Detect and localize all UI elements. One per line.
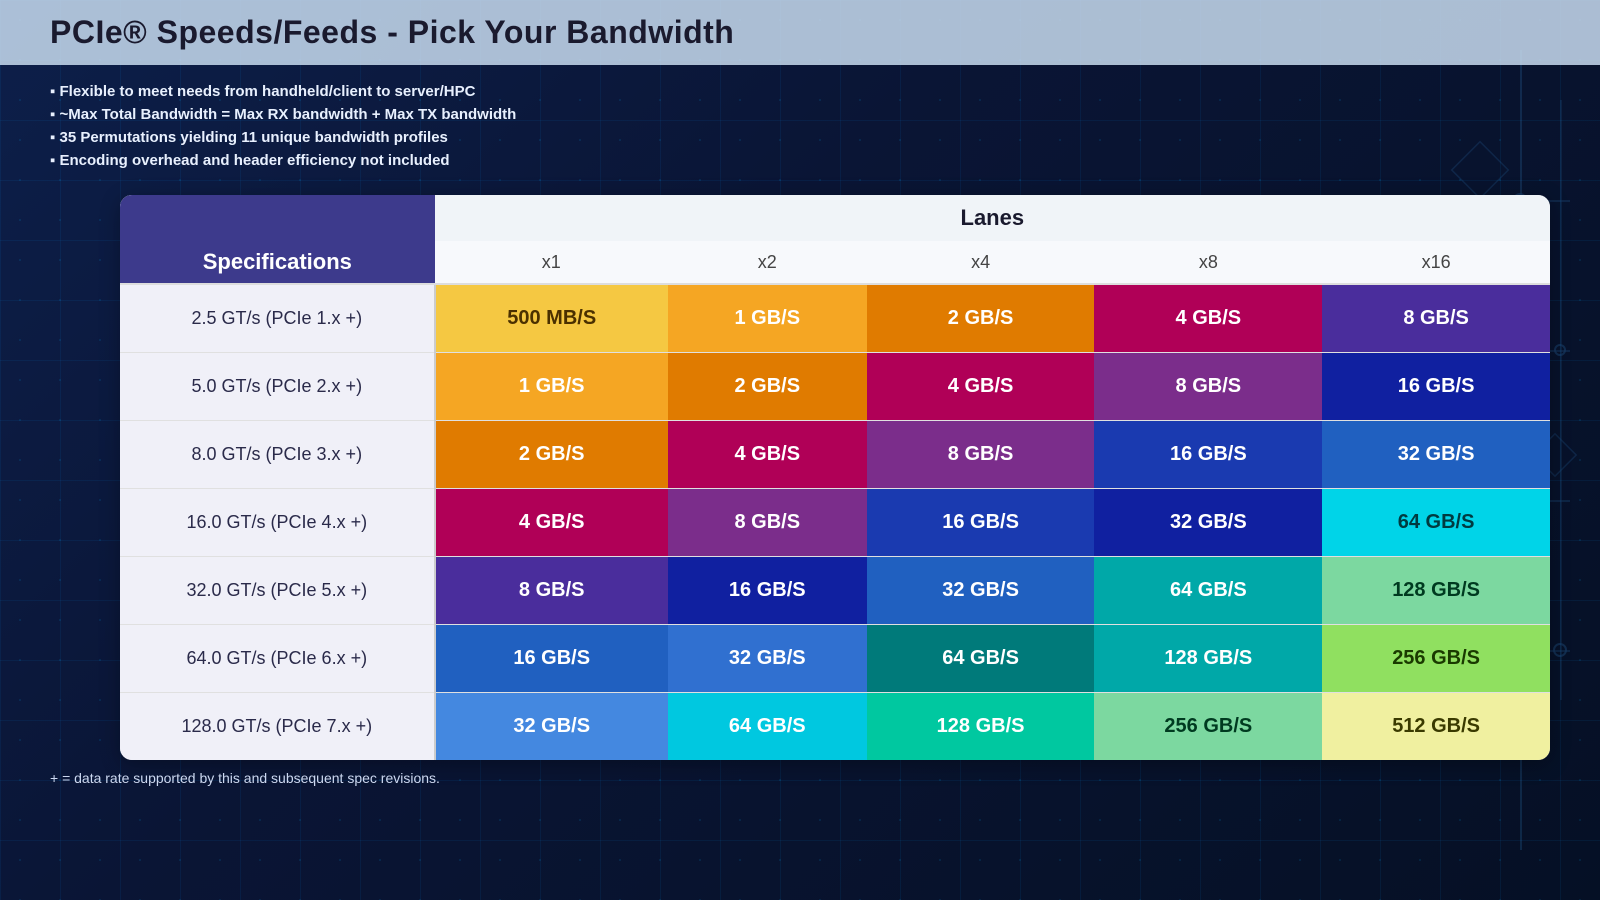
lane-column-header: x4 — [867, 241, 1095, 284]
bandwidth-cell: 512 GB/S — [1322, 692, 1550, 760]
bandwidth-cell: 32 GB/S — [668, 624, 867, 692]
bandwidth-cell: 16 GB/S — [1094, 420, 1322, 488]
table-row: 5.0 GT/s (PCIe 2.x +)1 GB/S2 GB/S4 GB/S8… — [120, 352, 1550, 420]
bandwidth-cell: 4 GB/S — [1094, 284, 1322, 352]
bandwidth-cell: 32 GB/S — [435, 692, 668, 760]
bandwidth-cell: 16 GB/S — [668, 556, 867, 624]
bandwidth-cell: 1 GB/S — [668, 284, 867, 352]
bandwidth-cell: 16 GB/S — [1322, 352, 1550, 420]
column-headers-row: Specificationsx1x2x4x8x16 — [120, 241, 1550, 284]
bandwidth-cell: 64 GB/S — [867, 624, 1095, 692]
table-row: 8.0 GT/s (PCIe 3.x +)2 GB/S4 GB/S8 GB/S1… — [120, 420, 1550, 488]
lanes-header-spacer — [120, 195, 435, 241]
bandwidth-cell: 4 GB/S — [668, 420, 867, 488]
bandwidth-cell: 32 GB/S — [1322, 420, 1550, 488]
bandwidth-cell: 8 GB/S — [1094, 352, 1322, 420]
lane-column-header: x8 — [1094, 241, 1322, 284]
bullet-item: Encoding overhead and header efficiency … — [50, 152, 1550, 169]
lane-column-header: x16 — [1322, 241, 1550, 284]
bandwidth-cell: 4 GB/S — [435, 488, 668, 556]
bandwidth-table: Lanes Specificationsx1x2x4x8x16 2.5 GT/s… — [120, 195, 1550, 760]
bandwidth-cell: 64 GB/S — [1322, 488, 1550, 556]
lane-column-header: x2 — [668, 241, 867, 284]
table-row: 64.0 GT/s (PCIe 6.x +)16 GB/S32 GB/S64 G… — [120, 624, 1550, 692]
bandwidth-cell: 16 GB/S — [867, 488, 1095, 556]
table-row: 128.0 GT/s (PCIe 7.x +)32 GB/S64 GB/S128… — [120, 692, 1550, 760]
bandwidth-cell: 128 GB/S — [1322, 556, 1550, 624]
spec-label-cell: 16.0 GT/s (PCIe 4.x +) — [120, 488, 435, 556]
bandwidth-cell: 256 GB/S — [1094, 692, 1322, 760]
bullet-item: Flexible to meet needs from handheld/cli… — [50, 83, 1550, 100]
lanes-header-row: Lanes — [120, 195, 1550, 241]
title-bar: PCIe® Speeds/Feeds - Pick Your Bandwidth — [0, 0, 1600, 65]
bandwidth-cell: 2 GB/S — [668, 352, 867, 420]
bandwidth-cell: 2 GB/S — [867, 284, 1095, 352]
bullet-item: 35 Permutations yielding 11 unique bandw… — [50, 129, 1550, 146]
bandwidth-cell: 8 GB/S — [435, 556, 668, 624]
bullet-item: ~Max Total Bandwidth = Max RX bandwidth … — [50, 106, 1550, 123]
bandwidth-cell: 16 GB/S — [435, 624, 668, 692]
bandwidth-cell: 256 GB/S — [1322, 624, 1550, 692]
spec-label-cell: 5.0 GT/s (PCIe 2.x +) — [120, 352, 435, 420]
spec-label-cell: 32.0 GT/s (PCIe 5.x +) — [120, 556, 435, 624]
bandwidth-table-container: Lanes Specificationsx1x2x4x8x16 2.5 GT/s… — [120, 195, 1550, 760]
bullets-section: Flexible to meet needs from handheld/cli… — [0, 65, 1600, 187]
lanes-header-label: Lanes — [435, 195, 1550, 241]
bandwidth-cell: 1 GB/S — [435, 352, 668, 420]
table-row: 16.0 GT/s (PCIe 4.x +)4 GB/S8 GB/S16 GB/… — [120, 488, 1550, 556]
footnote: + = data rate supported by this and subs… — [0, 760, 1600, 796]
bandwidth-cell: 4 GB/S — [867, 352, 1095, 420]
bandwidth-cell: 2 GB/S — [435, 420, 668, 488]
page-title: PCIe® Speeds/Feeds - Pick Your Bandwidth — [50, 14, 734, 51]
bandwidth-cell: 8 GB/S — [1322, 284, 1550, 352]
bandwidth-cell: 8 GB/S — [668, 488, 867, 556]
spec-label-cell: 8.0 GT/s (PCIe 3.x +) — [120, 420, 435, 488]
bandwidth-cell: 64 GB/S — [668, 692, 867, 760]
bandwidth-cell: 8 GB/S — [867, 420, 1095, 488]
table-row: 2.5 GT/s (PCIe 1.x +)500 MB/S1 GB/S2 GB/… — [120, 284, 1550, 352]
spec-label-cell: 128.0 GT/s (PCIe 7.x +) — [120, 692, 435, 760]
lane-column-header: x1 — [435, 241, 668, 284]
spec-label-cell: 64.0 GT/s (PCIe 6.x +) — [120, 624, 435, 692]
bandwidth-cell: 32 GB/S — [867, 556, 1095, 624]
bandwidth-cell: 128 GB/S — [867, 692, 1095, 760]
table-row: 32.0 GT/s (PCIe 5.x +)8 GB/S16 GB/S32 GB… — [120, 556, 1550, 624]
bandwidth-cell: 128 GB/S — [1094, 624, 1322, 692]
bandwidth-cell: 32 GB/S — [1094, 488, 1322, 556]
spec-label-cell: 2.5 GT/s (PCIe 1.x +) — [120, 284, 435, 352]
bandwidth-cell: 500 MB/S — [435, 284, 668, 352]
spec-column-header: Specifications — [120, 241, 435, 284]
bandwidth-cell: 64 GB/S — [1094, 556, 1322, 624]
